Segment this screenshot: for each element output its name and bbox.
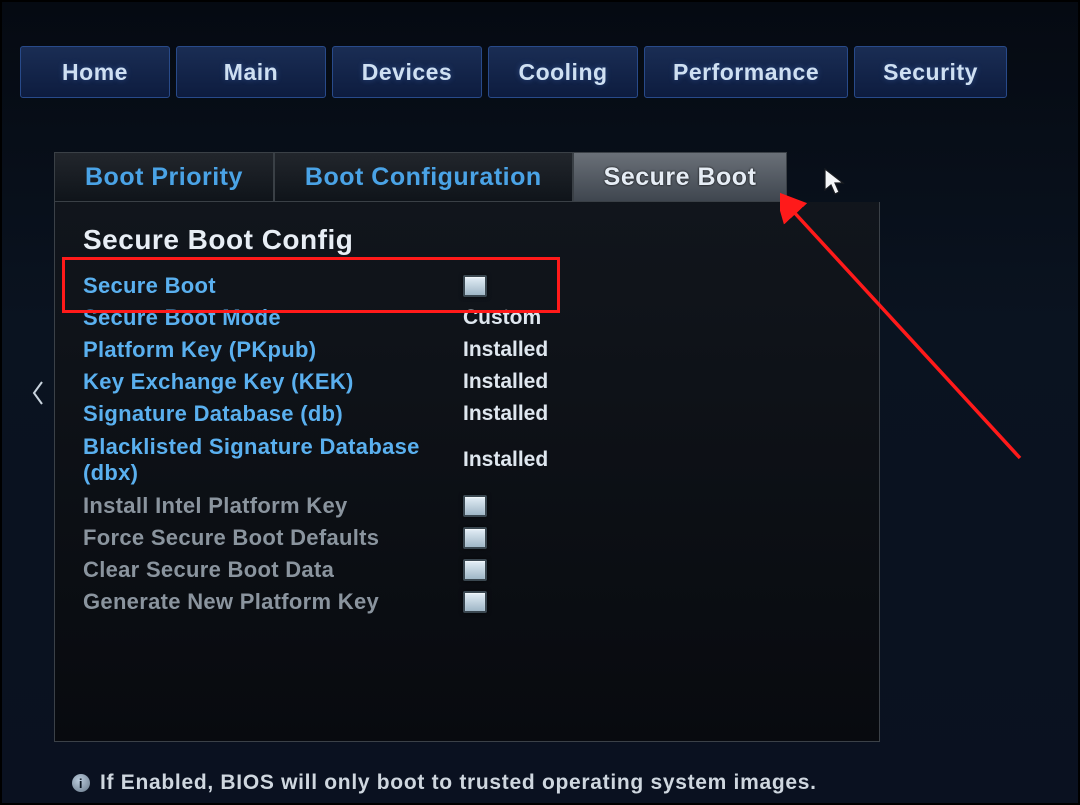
config-row-value: Installed [463,338,603,362]
config-row[interactable]: Blacklisted Signature Database (dbx)Inst… [83,430,851,490]
config-row-label: Platform Key (PKpub) [83,337,463,363]
config-row-value: Installed [463,402,603,426]
config-row-checkbox[interactable] [463,559,487,581]
config-row-label: Blacklisted Signature Database (dbx) [83,434,463,486]
sub-nav: Boot Priority Boot Configuration Secure … [54,152,787,202]
bios-screen: Home Main Devices Cooling Performance Se… [0,0,1080,805]
config-row-value: Installed [463,448,603,472]
subtab-boot-configuration[interactable]: Boot Configuration [274,152,573,202]
help-bar: i If Enabled, BIOS will only boot to tru… [72,771,1058,795]
config-row-label: Clear Secure Boot Data [83,557,463,583]
cursor-icon [824,168,846,196]
config-row[interactable]: Key Exchange Key (KEK)Installed [83,366,851,398]
config-row-checkbox[interactable] [463,591,487,613]
top-nav: Home Main Devices Cooling Performance Se… [20,46,1078,98]
subtab-boot-priority[interactable]: Boot Priority [54,152,274,202]
config-row[interactable]: Clear Secure Boot Data [83,554,851,586]
config-row[interactable]: Generate New Platform Key [83,586,851,618]
config-row[interactable]: Signature Database (db)Installed [83,398,851,430]
secure-boot-panel: Secure Boot Config Secure Boot Secure Boo… [54,202,880,742]
config-row-checkbox[interactable] [463,275,487,297]
config-rows: Secure BootSecure Boot ModeCustomPlatfor… [83,270,851,618]
config-row-label: Key Exchange Key (KEK) [83,369,463,395]
config-row-label: Generate New Platform Key [83,589,463,615]
config-row-label: Secure Boot Mode [83,305,463,331]
config-row[interactable]: Secure Boot ModeCustom [83,302,851,334]
tab-main[interactable]: Main [176,46,326,98]
config-row[interactable]: Force Secure Boot Defaults [83,522,851,554]
config-row-value: Custom [463,306,603,330]
subtab-secure-boot[interactable]: Secure Boot [573,152,788,202]
config-row-checkbox[interactable] [463,527,487,549]
tab-performance[interactable]: Performance [644,46,848,98]
tab-home[interactable]: Home [20,46,170,98]
panel-title: Secure Boot Config [83,224,851,256]
config-row-label: Install Intel Platform Key [83,493,463,519]
config-row-label: Secure Boot [83,273,463,299]
config-row-checkbox[interactable] [463,495,487,517]
tab-security[interactable]: Security [854,46,1007,98]
config-row-label: Signature Database (db) [83,401,463,427]
help-text: If Enabled, BIOS will only boot to trust… [100,771,817,795]
config-row[interactable]: Secure Boot [83,270,851,302]
chevron-left-icon[interactable] [30,380,46,406]
info-icon: i [72,774,90,792]
tab-devices[interactable]: Devices [332,46,482,98]
config-row[interactable]: Install Intel Platform Key [83,490,851,522]
tab-cooling[interactable]: Cooling [488,46,638,98]
config-row-label: Force Secure Boot Defaults [83,525,463,551]
config-row-value: Installed [463,370,603,394]
config-row[interactable]: Platform Key (PKpub)Installed [83,334,851,366]
